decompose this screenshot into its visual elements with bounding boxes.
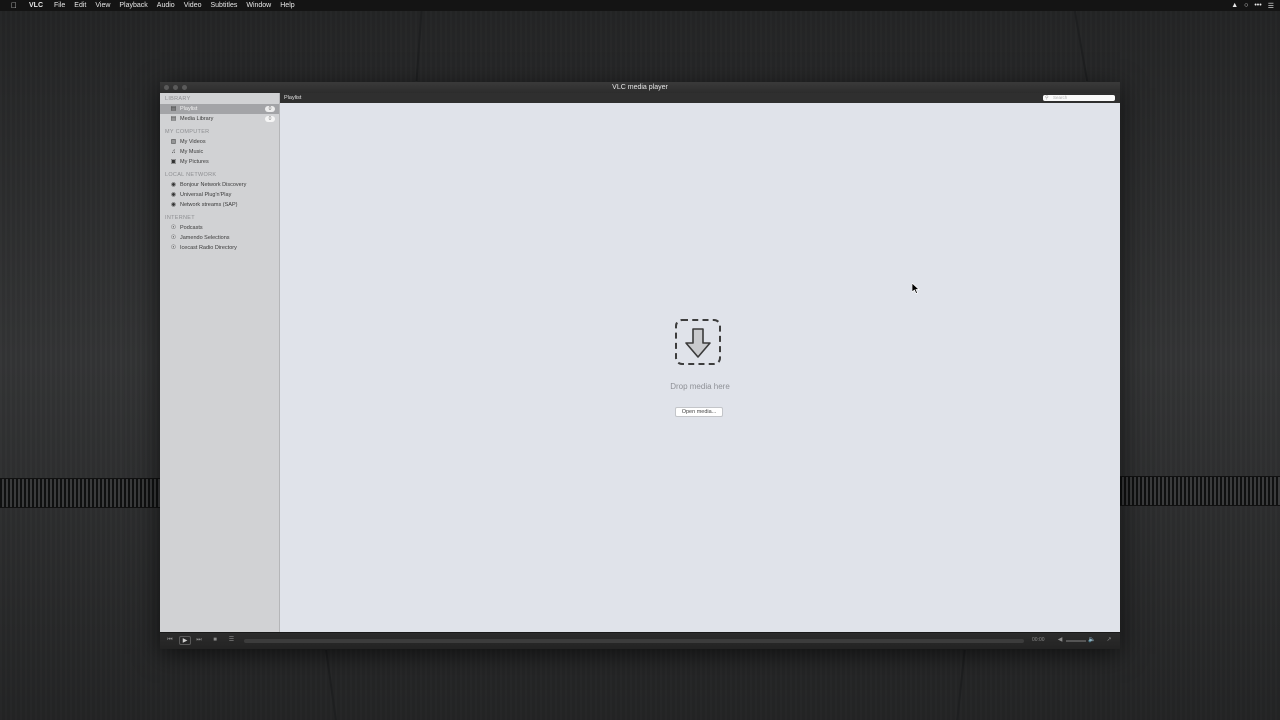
- circle-status-icon[interactable]: ○: [1244, 2, 1248, 9]
- fullscreen-icon[interactable]: ↗: [1104, 636, 1114, 645]
- minimize-window-button[interactable]: [173, 85, 178, 90]
- vlc-window: VLC media player LIBRARY ▤ Playlist 0 ▤ …: [160, 82, 1120, 649]
- section-local-network: LOCAL NETWORK: [165, 172, 217, 178]
- more-dots-icon[interactable]: •••: [1254, 2, 1261, 9]
- network-globe-icon: ◉: [170, 192, 177, 198]
- playlist-area[interactable]: Playlist ⚲ Search Drop media here Open m…: [280, 93, 1120, 632]
- sidebar-item-label: Icecast Radio Directory: [180, 245, 237, 251]
- elapsed-time: 00:00: [1032, 637, 1045, 643]
- playlist-toggle-icon[interactable]: ☰: [227, 636, 236, 645]
- sidebar-item-label: My Videos: [180, 139, 206, 145]
- media-library-icon: ▤: [170, 116, 177, 122]
- menu-help[interactable]: Help: [280, 2, 294, 9]
- menu-bar:  VLC File Edit View Playback Audio Vide…: [0, 0, 1280, 11]
- podcast-icon: ☉: [170, 225, 177, 231]
- volume-slider[interactable]: [1066, 640, 1086, 642]
- sidebar-item-upnp[interactable]: ◉ Universal Plug'n'Play: [160, 190, 279, 200]
- sidebar-item-playlist[interactable]: ▤ Playlist 0: [160, 104, 279, 114]
- floor-grate-left: [0, 478, 160, 508]
- play-button[interactable]: ▶: [179, 636, 191, 645]
- floor-grate-right: [1120, 476, 1280, 506]
- sidebar-item-label: Network streams (SAP): [180, 202, 238, 208]
- podcast-icon: ☉: [170, 235, 177, 241]
- volume-up-icon[interactable]: 🔈: [1087, 636, 1097, 645]
- menu-view[interactable]: View: [95, 2, 110, 9]
- menu-file[interactable]: File: [54, 2, 65, 9]
- stop-icon[interactable]: ■: [211, 636, 219, 645]
- menu-app-name[interactable]: VLC: [29, 2, 43, 9]
- playlist-count-badge: 0: [265, 106, 275, 112]
- sidebar-item-sap[interactable]: ◉ Network streams (SAP): [160, 200, 279, 210]
- title-bar[interactable]: VLC media player: [160, 82, 1120, 93]
- menu-playback[interactable]: Playback: [119, 2, 147, 9]
- sidebar-item-my-videos[interactable]: ▧ My Videos: [160, 137, 279, 147]
- sidebar-item-label: My Pictures: [180, 159, 209, 165]
- section-library: LIBRARY: [165, 96, 191, 102]
- drop-media-icon: [675, 319, 721, 365]
- media-library-count-badge: 0: [265, 116, 275, 122]
- search-field[interactable]: ⚲ Search: [1043, 95, 1115, 101]
- music-note-icon: ♫: [171, 149, 176, 155]
- sidebar-item-icecast[interactable]: ☉ Icecast Radio Directory: [160, 243, 279, 253]
- menu-audio[interactable]: Audio: [157, 2, 175, 9]
- menu-window[interactable]: Window: [246, 2, 271, 9]
- content-header: Playlist ⚲ Search: [280, 93, 1120, 103]
- sidebar-item-label: Playlist: [180, 106, 198, 112]
- network-globe-icon: ◉: [170, 182, 177, 188]
- menu-edit[interactable]: Edit: [74, 2, 86, 9]
- sidebar-item-bonjour[interactable]: ◉ Bonjour Network Discovery: [160, 180, 279, 190]
- previous-icon[interactable]: ⏮: [166, 636, 174, 645]
- sidebar-item-label: My Music: [180, 149, 204, 155]
- apple-menu-icon[interactable]: : [9, 1, 19, 10]
- sidebar-item-media-library[interactable]: ▤ Media Library 0: [160, 114, 279, 124]
- sidebar-item-label: Bonjour Network Discovery: [180, 182, 247, 188]
- sidebar-item-label: Media Library: [180, 116, 214, 122]
- control-bar: ⏮ ▶ ⏭ ■ ☰ 00:00 ◀ 🔈 ↗: [160, 632, 1120, 649]
- next-icon[interactable]: ⏭: [195, 636, 203, 645]
- timeline-slider[interactable]: [244, 639, 1024, 643]
- section-internet: INTERNET: [165, 215, 195, 221]
- search-icon: ⚲: [1045, 95, 1049, 101]
- menu-subtitles[interactable]: Subtitles: [210, 2, 237, 9]
- picture-icon: ▣: [170, 159, 177, 165]
- close-window-button[interactable]: [164, 85, 169, 90]
- list-menu-icon[interactable]: ☰: [1268, 2, 1274, 10]
- film-icon: ▧: [170, 139, 177, 145]
- sidebar-item-label: Podcasts: [180, 225, 203, 231]
- vlc-cone-status-icon[interactable]: ▲: [1231, 2, 1238, 9]
- content-title: Playlist: [284, 95, 302, 101]
- drop-media-label: Drop media here: [670, 382, 730, 391]
- sidebar: LIBRARY ▤ Playlist 0 ▤ Media Library 0 M…: [160, 93, 280, 632]
- sidebar-item-my-music[interactable]: ♫ My Music: [160, 147, 279, 157]
- podcast-icon: ☉: [170, 245, 177, 251]
- volume-down-icon[interactable]: ◀: [1056, 636, 1064, 645]
- menu-video[interactable]: Video: [184, 2, 202, 9]
- sidebar-item-podcasts[interactable]: ☉ Podcasts: [160, 223, 279, 233]
- mouse-cursor-icon: [912, 283, 920, 294]
- zoom-window-button[interactable]: [182, 85, 187, 90]
- search-placeholder: Search: [1053, 95, 1068, 100]
- section-my-computer: MY COMPUTER: [165, 129, 210, 135]
- sidebar-item-label: Universal Plug'n'Play: [180, 192, 232, 198]
- window-title: VLC media player: [612, 84, 668, 91]
- sidebar-item-my-pictures[interactable]: ▣ My Pictures: [160, 157, 279, 167]
- network-globe-icon: ◉: [170, 202, 177, 208]
- playlist-icon: ▤: [170, 106, 177, 112]
- sidebar-item-label: Jamendo Selections: [180, 235, 230, 241]
- sidebar-item-jamendo[interactable]: ☉ Jamendo Selections: [160, 233, 279, 243]
- open-media-button[interactable]: Open media...: [675, 407, 723, 417]
